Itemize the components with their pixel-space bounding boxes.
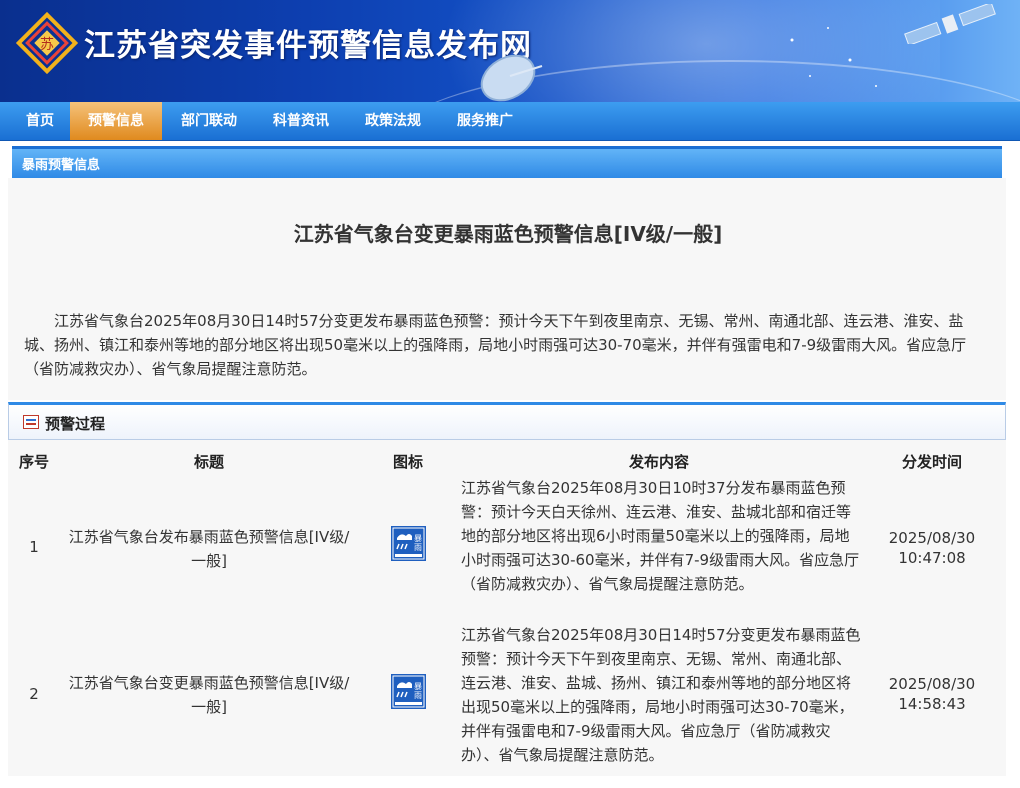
row-index: 1 — [29, 538, 39, 556]
site-title: 江苏省突发事件预警信息发布网 — [84, 28, 532, 64]
column-header-icon: 图标 — [392, 453, 423, 471]
satellite-dish-icon — [480, 54, 543, 102]
column-header-index: 序号 — [18, 453, 49, 471]
svg-text:雨: 雨 — [414, 691, 422, 700]
list-icon — [23, 415, 39, 429]
site-header: 苏 江苏省突发事件预警信息发布网 — [0, 0, 1020, 102]
column-header-time: 分发时间 — [901, 453, 962, 471]
row-time: 2025/08/30 10:47:08 — [888, 529, 976, 567]
nav-science-news[interactable]: 科普资讯 — [262, 102, 340, 140]
svg-text:苏: 苏 — [40, 37, 54, 53]
nav-warning-info[interactable]: 预警信息 — [70, 102, 162, 140]
column-header-title: 标题 — [193, 453, 224, 471]
svg-text:暴: 暴 — [414, 682, 422, 691]
nav-services[interactable]: 服务推广 — [446, 102, 524, 140]
row-content: 江苏省气象台2025年08月30日10时37分发布暴雨蓝色预警：预计今天白天徐州… — [461, 479, 860, 593]
nav-policies[interactable]: 政策法规 — [354, 102, 432, 140]
svg-text:雨: 雨 — [414, 543, 422, 552]
article-title: 江苏省气象台变更暴雨蓝色预警信息[IV级/一般] — [293, 222, 723, 246]
row-title[interactable]: 江苏省气象台发布暴雨蓝色预警信息[IV级/一般] — [64, 525, 354, 573]
main-nav: 首页 预警信息 部门联动 科普资讯 政策法规 服务推广 — [0, 102, 1020, 141]
rainstorm-blue-warning-icon: 暴 雨 — [391, 674, 426, 709]
nav-home[interactable]: 首页 — [14, 102, 66, 140]
row-index: 2 — [29, 685, 39, 703]
section-title: 暴雨预警信息 — [22, 158, 101, 173]
column-header-content: 发布内容 — [628, 453, 689, 471]
rainstorm-blue-warning-icon: 暴 雨 — [391, 526, 426, 561]
satellite-icon — [904, 4, 996, 44]
sparkle-decoration — [790, 27, 877, 87]
process-title: 预警过程 — [45, 415, 106, 433]
nav-department-linkage[interactable]: 部门联动 — [170, 102, 248, 140]
article-body: 江苏省气象台2025年08月30日14时57分变更发布暴雨蓝色预警：预计今天下午… — [24, 312, 967, 378]
row-title[interactable]: 江苏省气象台变更暴雨蓝色预警信息[IV级/一般] — [64, 671, 354, 719]
process-header: 预警过程 — [8, 402, 1006, 440]
section-bar: 暴雨预警信息 — [12, 146, 1002, 178]
row-time: 2025/08/30 14:58:43 — [888, 675, 976, 713]
row-content: 江苏省气象台2025年08月30日14时57分变更发布暴雨蓝色预警：预计今天下午… — [461, 626, 861, 764]
svg-text:暴: 暴 — [414, 534, 422, 543]
jiangsu-emergency-logo-icon[interactable]: 苏 — [16, 12, 78, 74]
